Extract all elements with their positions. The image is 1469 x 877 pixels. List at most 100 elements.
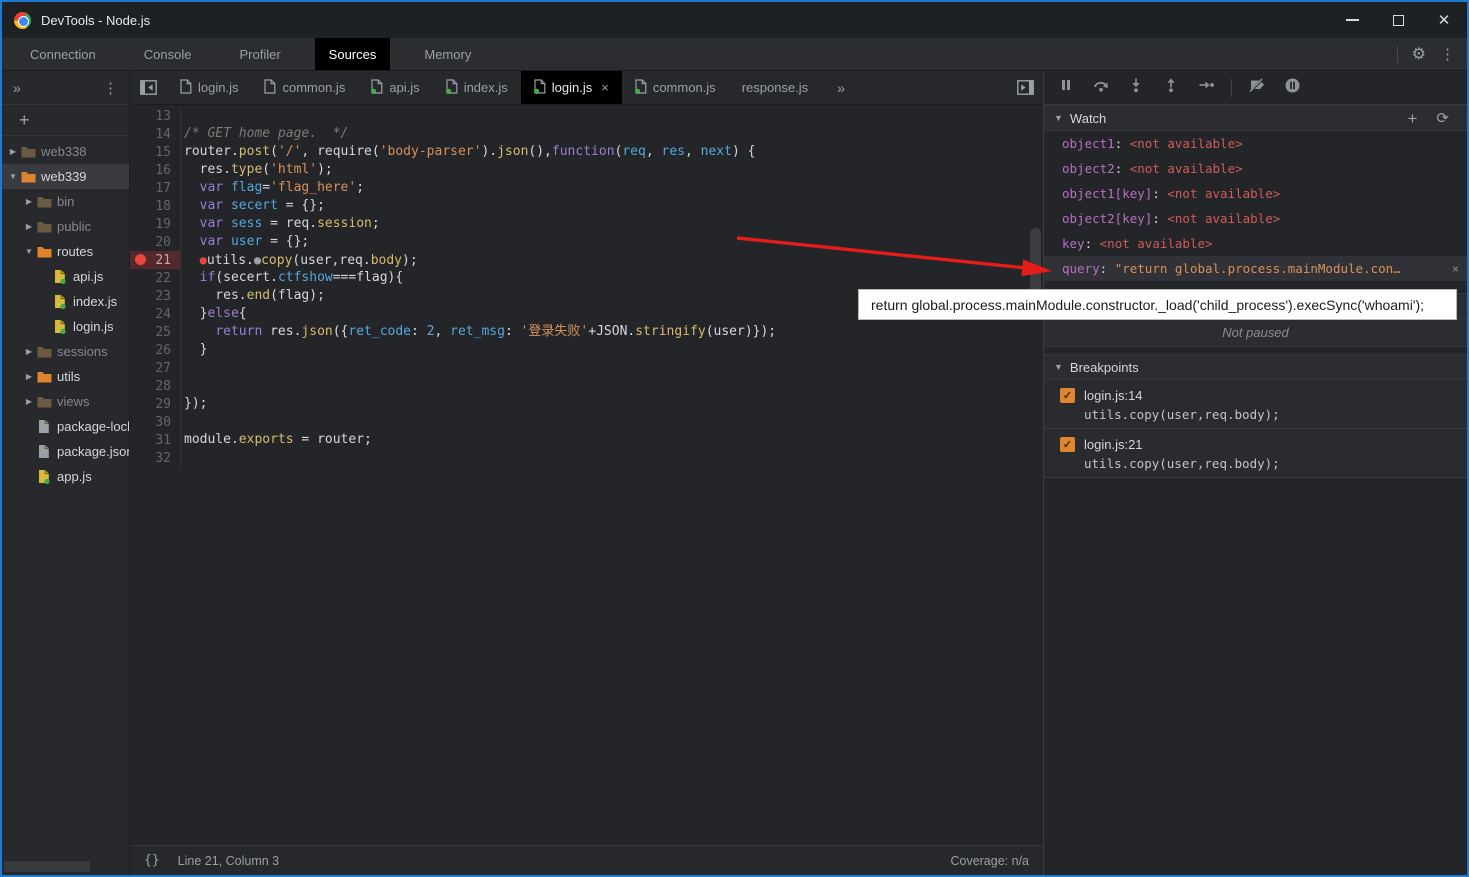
add-folder-button[interactable]: + <box>19 110 30 131</box>
hide-navigator-button[interactable] <box>130 71 167 104</box>
gutter-line-number[interactable]: 15 <box>130 143 181 161</box>
breakpoint-entry-login.js:21[interactable]: ✓login.js:21utils.copy(user,req.body); <box>1044 429 1467 478</box>
gutter-line-number[interactable]: 14 <box>130 125 181 143</box>
watch-expression-object2[key][interactable]: object2[key]: <not available> <box>1044 206 1467 231</box>
gutter-line-number[interactable]: 19 <box>130 215 181 233</box>
gutter-line-number[interactable]: 28 <box>130 377 181 395</box>
maximize-button[interactable] <box>1375 2 1421 38</box>
sidebar-horizontal-scrollbar[interactable] <box>4 861 90 872</box>
gutter-line-number[interactable]: 24 <box>130 305 181 323</box>
gutter-line-number[interactable]: 22 <box>130 269 181 287</box>
tree-arrow-icon[interactable]: ▶ <box>22 372 36 381</box>
watch-section-header[interactable]: ▼ Watch + ⟳ <box>1044 105 1467 131</box>
tree-item-api.js[interactable]: api.js <box>2 264 129 289</box>
deactivate-breakpoints-button[interactable] <box>1247 78 1267 98</box>
tree-item-web339[interactable]: ▼web339 <box>2 164 129 189</box>
breakpoint-checkbox[interactable]: ✓ <box>1060 388 1075 403</box>
close-tab-icon[interactable]: × <box>601 80 609 95</box>
tree-item-app.js[interactable]: app.js <box>2 464 129 489</box>
breakpoints-section-header[interactable]: ▼ Breakpoints <box>1044 354 1467 380</box>
line-number: 27 <box>155 361 171 376</box>
line-number: 23 <box>155 289 171 304</box>
gutter-line-number[interactable]: 18 <box>130 197 181 215</box>
step-into-button[interactable] <box>1126 78 1146 98</box>
tree-arrow-icon[interactable]: ▶ <box>6 147 20 156</box>
line-number: 15 <box>155 145 171 160</box>
file-tab-response.js[interactable]: response.js <box>729 71 821 104</box>
line-number: 13 <box>155 109 171 124</box>
gutter-line-number[interactable]: 29 <box>130 395 181 413</box>
settings-gear-icon[interactable]: ⚙ <box>1412 44 1426 64</box>
pause-on-exceptions-button[interactable] <box>1282 78 1302 98</box>
pause-button[interactable] <box>1056 78 1076 98</box>
breakpoint-checkbox[interactable]: ✓ <box>1060 437 1075 452</box>
tree-item-login.js[interactable]: login.js <box>2 314 129 339</box>
close-button[interactable]: ✕ <box>1421 2 1467 38</box>
tree-arrow-icon[interactable]: ▼ <box>22 247 36 256</box>
code-line-21: 21 ●utils.●copy(user,req.body); <box>130 251 1043 269</box>
more-file-tabs-icon[interactable]: » <box>821 71 861 104</box>
watch-expression-object1[key][interactable]: object1[key]: <not available> <box>1044 181 1467 206</box>
gutter-line-number[interactable]: 32 <box>130 449 181 467</box>
gutter-line-number[interactable]: 16 <box>130 161 181 179</box>
step-over-button[interactable] <box>1091 78 1111 98</box>
gutter-line-number[interactable]: 27 <box>130 359 181 377</box>
gutter-line-number[interactable]: 17 <box>130 179 181 197</box>
tree-item-sessions[interactable]: ▶sessions <box>2 339 129 364</box>
tree-arrow-icon[interactable]: ▶ <box>22 222 36 231</box>
file-tab-login.js[interactable]: login.js <box>167 71 251 104</box>
collapse-triangle-icon: ▼ <box>1054 113 1063 123</box>
file-tab-common.js[interactable]: common.js <box>251 71 358 104</box>
gutter-line-number[interactable]: 13 <box>130 107 181 125</box>
navigator-kebab-menu-icon[interactable]: ⋮ <box>103 79 118 97</box>
tab-profiler[interactable]: Profiler <box>225 38 294 70</box>
file-tab-login.js[interactable]: login.js× <box>521 71 622 104</box>
gutter-line-number[interactable]: 23 <box>130 287 181 305</box>
file-tab-api.js[interactable]: api.js <box>358 71 432 104</box>
gutter-line-number[interactable]: 31 <box>130 431 181 449</box>
tree-arrow-icon[interactable]: ▼ <box>6 172 20 181</box>
tree-item-package.json[interactable]: package.json <box>2 439 129 464</box>
breakpoint-gutter[interactable]: 21 <box>130 251 181 269</box>
code-line-15: 15router.post('/', require('body-parser'… <box>130 143 1043 161</box>
tree-item-index.js[interactable]: index.js <box>2 289 129 314</box>
tree-item-utils[interactable]: ▶utils <box>2 364 129 389</box>
add-watch-expression-icon[interactable]: + <box>1407 110 1417 127</box>
gutter-line-number[interactable]: 25 <box>130 323 181 341</box>
tree-arrow-icon[interactable]: ▶ <box>22 397 36 406</box>
delete-watch-icon[interactable]: × <box>1452 262 1459 276</box>
step-button[interactable] <box>1196 78 1216 98</box>
tab-connection[interactable]: Connection <box>16 38 110 70</box>
tree-item-web338[interactable]: ▶web338 <box>2 139 129 164</box>
breakpoint-entry-login.js:14[interactable]: ✓login.js:14utils.copy(user,req.body); <box>1044 380 1467 429</box>
gutter-line-number[interactable]: 20 <box>130 233 181 251</box>
more-navigator-tabs-icon[interactable]: » <box>13 80 21 96</box>
tree-item-package-lock.json[interactable]: package-lock.json <box>2 414 129 439</box>
tree-item-bin[interactable]: ▶bin <box>2 189 129 214</box>
gutter-line-number[interactable]: 26 <box>130 341 181 359</box>
watch-expression-object2[interactable]: object2: <not available> <box>1044 156 1467 181</box>
add-folder-row: + <box>2 105 129 136</box>
gutter-line-number[interactable]: 30 <box>130 413 181 431</box>
open-drawer-button[interactable] <box>1007 71 1043 104</box>
tree-arrow-icon[interactable]: ▶ <box>22 347 36 356</box>
minimize-button[interactable] <box>1329 2 1375 38</box>
tree-item-views[interactable]: ▶views <box>2 389 129 414</box>
watch-expression-object1[interactable]: object1: <not available> <box>1044 131 1467 156</box>
tree-arrow-icon[interactable]: ▶ <box>22 197 36 206</box>
tab-console[interactable]: Console <box>130 38 206 70</box>
tab-memory[interactable]: Memory <box>410 38 485 70</box>
tree-item-public[interactable]: ▶public <box>2 214 129 239</box>
toolbar-separator <box>1231 79 1232 97</box>
tab-sources[interactable]: Sources <box>315 38 391 70</box>
file-tab-index.js[interactable]: index.js <box>433 71 521 104</box>
watch-expression-key[interactable]: key: <not available> <box>1044 231 1467 256</box>
watch-expression-query[interactable]: query: "return global.process.mainModule… <box>1044 256 1467 281</box>
file-tab-common.js[interactable]: common.js <box>622 71 729 104</box>
step-out-button[interactable] <box>1161 78 1181 98</box>
code-text <box>181 413 184 431</box>
tree-item-routes[interactable]: ▼routes <box>2 239 129 264</box>
pretty-print-icon[interactable]: {} <box>144 853 160 868</box>
kebab-menu-icon[interactable]: ⋮ <box>1440 45 1455 63</box>
refresh-watch-icon[interactable]: ⟳ <box>1436 111 1449 126</box>
